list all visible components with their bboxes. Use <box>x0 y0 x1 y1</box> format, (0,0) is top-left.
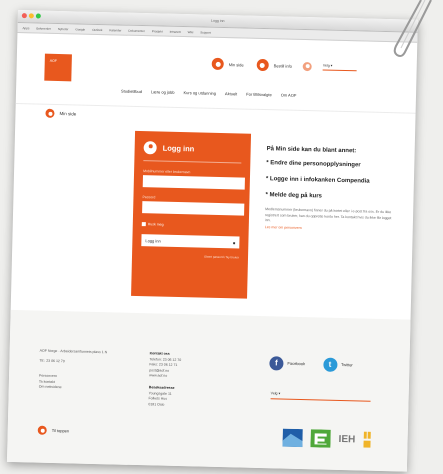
header-actions: Min side Bestill info Velg ▾ <box>211 57 357 74</box>
facebook-link[interactable]: f Facebook <box>269 356 305 371</box>
info-bullet: * Logge inn i infokanken Compendia <box>265 175 370 185</box>
info-panel: På Min side kan du blant annet: * Endre … <box>265 146 397 234</box>
info-link[interactable]: Les mer om personvern <box>265 225 395 233</box>
forgot-password-link[interactable]: Glemt passord / Ny bruker <box>141 253 239 260</box>
login-panel: Logg inn Mobilnummer eller brukernavn Pa… <box>131 130 252 299</box>
bookmark[interactable]: Dokumenter <box>128 28 144 32</box>
paperclip-icon <box>393 0 432 57</box>
info-bullet: * Endre dine personopplysninger <box>266 160 361 169</box>
language-select[interactable]: Velg ▾ <box>322 62 357 71</box>
site-footer: AOF Norge · Arbeidersamfunnets plass 1 N… <box>6 309 411 472</box>
login-button-label: Logg inn <box>145 237 161 244</box>
browser-window: Logg inn Apps Bokmerker Nyheter Google O… <box>6 10 418 472</box>
password-input[interactable] <box>142 201 245 216</box>
user-icon[interactable] <box>211 57 224 71</box>
bookmark[interactable]: Google <box>75 27 85 31</box>
remember-label: Husk meg <box>147 222 164 227</box>
back-to-top[interactable]: Til toppen <box>37 425 70 436</box>
bookmark[interactable]: Bokmerker <box>36 26 51 30</box>
nav-item[interactable]: Lære og jobb <box>151 89 175 95</box>
site-logo[interactable]: AOF <box>44 53 72 82</box>
search-icon[interactable] <box>302 61 312 71</box>
footer-phone: Tlf.: 23 06 12 70 <box>39 358 65 363</box>
footer-select[interactable]: Velg ▾ <box>270 391 371 402</box>
social-links: f Facebook t Twitter <box>269 356 353 372</box>
footer-link[interactable]: Om nettsidene <box>39 385 107 392</box>
partner-logos: IEH <box>282 428 371 449</box>
breadcrumb-label[interactable]: Min side <box>59 111 76 116</box>
ieh-logo[interactable]: IEH <box>338 433 355 444</box>
twitter-link[interactable]: t Twitter <box>322 357 353 373</box>
cart-icon[interactable] <box>256 58 269 72</box>
twitter-icon: t <box>322 357 338 372</box>
footer-address: AOF Norge · Arbeidersamfunnets plass 1 N <box>39 348 108 355</box>
bookmark[interactable]: Intranett <box>170 29 181 33</box>
footer-col-title: Kontakt oss <box>149 351 170 356</box>
bestill-link[interactable]: Bestill info <box>274 63 292 68</box>
ieh-mark-icon <box>363 431 371 448</box>
footer-web-link[interactable]: www.aof.no <box>149 374 181 380</box>
login-button[interactable]: Logg inn ■ <box>141 234 240 249</box>
partner-logo-blue[interactable] <box>282 428 303 448</box>
footer-text: 0181 Oslo <box>148 402 165 407</box>
user-icon <box>143 141 157 155</box>
footer-col-address: AOF Norge · Arbeidersamfunnets plass 1 N… <box>39 348 108 393</box>
bookmark[interactable]: Nyheter <box>58 26 69 30</box>
info-body: Medlemsnummer (brukernavn) finner du på … <box>264 207 392 223</box>
login-header: Logg inn <box>134 131 251 163</box>
facebook-icon: f <box>269 356 284 371</box>
nav-item[interactable]: Kurs og utdanning <box>183 90 216 96</box>
footer-col-contact: Kontakt oss Telefon: 23 06 12 70 Faks: 2… <box>148 351 181 408</box>
breadcrumb: Min side <box>45 108 76 119</box>
twitter-label: Twitter <box>340 362 353 368</box>
back-to-top-label: Til toppen <box>51 427 70 434</box>
partner-logo-green[interactable] <box>310 429 331 448</box>
bookmark[interactable]: Support <box>200 30 211 34</box>
nav-item[interactable]: Om AOF <box>281 92 297 97</box>
nav-item[interactable]: Aktuelt <box>225 91 237 96</box>
bookmark[interactable]: Kalender <box>109 28 121 32</box>
site-header: AOF Min side Bestill info Velg ▾ Studiet… <box>16 33 418 113</box>
info-bullet: * Melde deg på kurs <box>265 191 322 200</box>
lock-icon: ■ <box>232 239 236 245</box>
bookmark[interactable]: Apps <box>23 26 30 30</box>
main-nav: Studietilbud Lære og jobb Kurs og utdann… <box>121 89 296 98</box>
facebook-label: Facebook <box>287 360 306 367</box>
nav-item[interactable]: For tillitsvalgte <box>246 92 272 98</box>
login-title: Logg inn <box>162 143 195 154</box>
nav-item[interactable]: Studietilbud <box>121 89 142 95</box>
bookmark[interactable]: Outlook <box>92 27 102 31</box>
bookmark[interactable]: Wiki <box>188 30 194 34</box>
username-input[interactable] <box>142 175 245 190</box>
remember-checkbox[interactable] <box>141 222 146 227</box>
arrow-up-icon <box>37 425 47 435</box>
back-arrow-icon[interactable] <box>45 108 55 118</box>
bookmark[interactable]: Prosjekt <box>152 29 163 33</box>
remember-me[interactable]: Husk meg <box>141 222 240 228</box>
info-heading: På Min side kan du blant annet: <box>266 146 357 155</box>
min-side-link[interactable]: Min side <box>229 62 244 67</box>
